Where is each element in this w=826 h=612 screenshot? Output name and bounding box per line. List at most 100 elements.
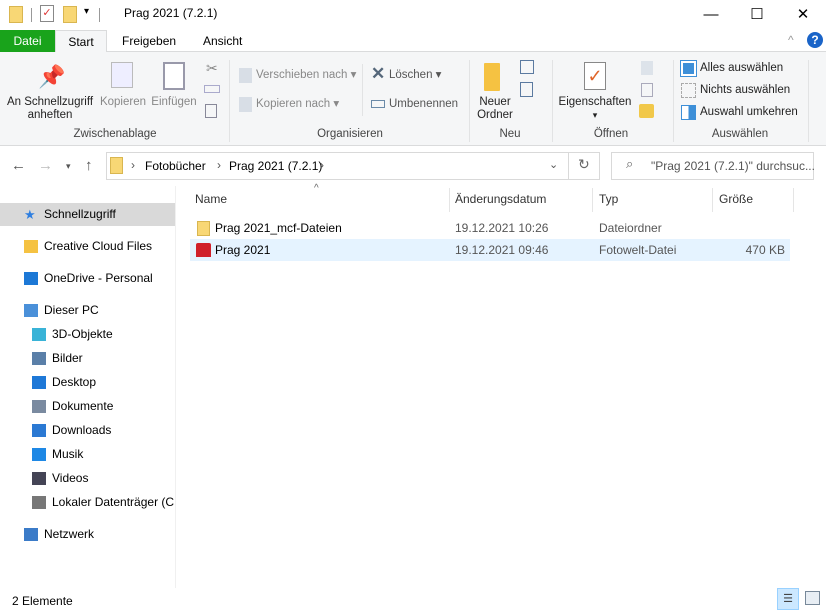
sidebar-item-creative-cloud-files[interactable]: Creative Cloud Files xyxy=(0,235,175,258)
search-input[interactable]: "Prag 2021 (7.2.1)" durchsuc... xyxy=(651,159,815,173)
star-icon: ★ xyxy=(24,207,36,222)
sidebar-item-label: Musik xyxy=(52,447,84,461)
tab-freigeben[interactable]: Freigeben xyxy=(109,30,189,53)
divider xyxy=(99,8,100,22)
new-folder-quick-icon[interactable] xyxy=(63,6,77,23)
select-none-icon xyxy=(681,83,696,98)
open-icon[interactable] xyxy=(641,61,653,75)
cloud-icon xyxy=(24,272,38,285)
file-row[interactable]: Prag 2021 19.12.2021 09:46 Fotowelt-Date… xyxy=(190,239,790,261)
recent-locations-button[interactable]: ▾ xyxy=(66,161,71,172)
sidebar-item-label: Dieser PC xyxy=(44,303,99,317)
sidebar-item-schnellzugriff[interactable]: ★ Schnellzugriff xyxy=(0,203,175,226)
pin-quick-access-button[interactable]: An Schnellzugriff anheften xyxy=(4,96,96,122)
sidebar-item-3d-objekte[interactable]: 3D-Objekte xyxy=(0,323,175,346)
sidebar-item-desktop[interactable]: Desktop xyxy=(0,371,175,394)
new-folder-button[interactable]: Neuer Ordner xyxy=(474,96,516,122)
divider[interactable] xyxy=(712,188,713,212)
file-name: Prag 2021 xyxy=(215,243,271,257)
rename-button[interactable]: Umbenennen xyxy=(389,98,458,111)
up-button[interactable]: ↑ xyxy=(85,157,93,174)
window-title: Prag 2021 (7.2.1) xyxy=(124,6,218,20)
forward-button[interactable]: → xyxy=(38,157,53,174)
sort-ascending-icon: ^ xyxy=(314,183,319,194)
tab-start[interactable]: Start xyxy=(55,30,107,54)
delete-button[interactable]: Löschen ▾ xyxy=(389,69,441,82)
drive-icon xyxy=(32,496,46,509)
large-icons-view-button[interactable] xyxy=(805,591,820,605)
paste-shortcut-icon[interactable] xyxy=(205,104,217,118)
group-label-open: Öffnen xyxy=(593,128,629,140)
file-date: 19.12.2021 10:26 xyxy=(455,221,549,235)
copy-button[interactable]: Kopieren xyxy=(98,96,148,109)
collapse-ribbon-icon[interactable]: ^ xyxy=(788,33,794,47)
delete-icon: ✕ xyxy=(371,64,386,83)
move-to-button[interactable]: Verschieben nach ▾ xyxy=(256,69,356,82)
move-to-icon xyxy=(239,68,252,83)
sidebar-item-musik[interactable]: Musik xyxy=(0,443,175,466)
documents-icon xyxy=(32,400,46,413)
help-icon[interactable]: ? xyxy=(807,32,823,48)
download-icon xyxy=(32,424,46,437)
divider xyxy=(469,60,470,142)
sidebar-item-downloads[interactable]: Downloads xyxy=(0,419,175,442)
chevron-right-icon[interactable]: › xyxy=(217,158,221,172)
rename-icon xyxy=(371,100,385,108)
properties-button[interactable]: Eigenschaften ▾ xyxy=(556,96,634,122)
sidebar-item-videos[interactable]: Videos xyxy=(0,467,175,490)
divider[interactable] xyxy=(793,188,794,212)
sidebar-item-lokaler-datenträger-c[interactable]: Lokaler Datenträger (C:) xyxy=(0,491,175,514)
sidebar-item-dokumente[interactable]: Dokumente xyxy=(0,395,175,418)
folder-icon xyxy=(9,6,23,23)
sidebar-item-label: Creative Cloud Files xyxy=(44,239,153,253)
chevron-right-icon[interactable]: › xyxy=(320,158,324,172)
sidebar-item-label: Schnellzugriff xyxy=(44,207,116,221)
back-button[interactable]: ← xyxy=(11,157,26,174)
easy-access-icon[interactable] xyxy=(520,82,533,97)
minimize-button[interactable]: — xyxy=(688,0,734,28)
breadcrumb-prag[interactable]: Prag 2021 (7.2.1) xyxy=(229,159,322,173)
divider xyxy=(552,60,553,142)
edit-icon[interactable] xyxy=(641,83,653,97)
computer-icon xyxy=(24,304,38,317)
maximize-button[interactable]: ☐ xyxy=(734,0,780,28)
column-header-name[interactable]: Name xyxy=(195,192,227,206)
new-item-icon[interactable] xyxy=(520,60,534,74)
customize-quick-access-icon[interactable]: ▾ xyxy=(84,6,89,17)
divider[interactable] xyxy=(449,188,450,212)
file-row[interactable]: Prag 2021_mcf-Dateien 19.12.2021 10:26 D… xyxy=(190,217,790,239)
close-button[interactable]: ✕ xyxy=(780,0,826,28)
tab-datei[interactable]: Datei xyxy=(0,30,55,53)
invert-selection-button[interactable]: Auswahl umkehren xyxy=(700,106,798,119)
chevron-right-icon[interactable]: › xyxy=(131,158,135,172)
sidebar-item-dieser-pc[interactable]: Dieser PC xyxy=(0,299,175,322)
details-view-button[interactable]: ☰ xyxy=(777,588,799,610)
divider xyxy=(808,60,809,142)
refresh-button[interactable]: ↻ xyxy=(578,156,590,173)
paste-button[interactable]: Einfügen xyxy=(150,96,198,109)
divider[interactable] xyxy=(592,188,593,212)
select-none-button[interactable]: Nichts auswählen xyxy=(700,84,790,97)
sidebar-item-bilder[interactable]: Bilder xyxy=(0,347,175,370)
tab-ansicht[interactable]: Ansicht xyxy=(190,30,255,53)
sidebar-item-onedrive-personal[interactable]: OneDrive - Personal xyxy=(0,267,175,290)
select-all-button[interactable]: Alles auswählen xyxy=(700,62,783,75)
breadcrumb-fotobuecher[interactable]: Fotobücher xyxy=(145,159,206,173)
sidebar-item-label: Bilder xyxy=(52,351,83,365)
folder-icon xyxy=(197,221,210,236)
copy-to-button[interactable]: Kopieren nach ▾ xyxy=(256,98,339,111)
sidebar-item-netzwerk[interactable]: Netzwerk xyxy=(0,523,175,546)
address-dropdown-icon[interactable]: ⌄ xyxy=(549,158,558,171)
pin-label-1: An Schnellzugriff xyxy=(6,96,94,108)
group-label-clipboard: Zwischenablage xyxy=(73,128,157,140)
file-name: Prag 2021_mcf-Dateien xyxy=(215,221,342,235)
column-header-size[interactable]: Größe xyxy=(719,192,753,206)
file-type: Dateiordner xyxy=(599,221,662,235)
pictures-icon xyxy=(32,352,46,365)
column-header-type[interactable]: Typ xyxy=(599,192,618,206)
properties-quick-icon[interactable]: ✓ xyxy=(40,5,54,22)
cut-icon[interactable]: ✂ xyxy=(206,60,218,77)
history-icon[interactable] xyxy=(639,104,654,118)
copy-path-icon[interactable] xyxy=(204,85,220,93)
column-header-date[interactable]: Änderungsdatum xyxy=(455,192,546,206)
